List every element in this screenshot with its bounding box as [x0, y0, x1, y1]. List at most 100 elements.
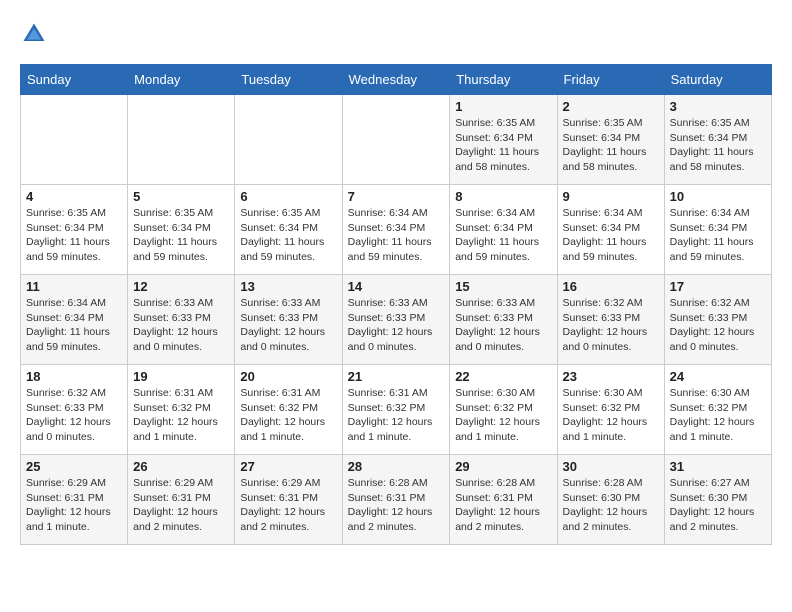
calendar-day-cell: 25 Sunrise: 6:29 AM Sunset: 6:31 PM Dayli… — [21, 455, 128, 545]
calendar-day-cell: 31 Sunrise: 6:27 AM Sunset: 6:30 PM Dayli… — [664, 455, 771, 545]
day-info: Sunrise: 6:33 AM Sunset: 6:33 PM Dayligh… — [348, 296, 445, 355]
day-info: Sunrise: 6:35 AM Sunset: 6:34 PM Dayligh… — [563, 116, 659, 175]
day-info: Sunrise: 6:31 AM Sunset: 6:32 PM Dayligh… — [240, 386, 336, 445]
calendar-day-cell: 11Sunrise: 6:34 AM Sunset: 6:34 PM Dayli… — [21, 275, 128, 365]
day-of-week-header: Sunday — [21, 65, 128, 95]
calendar-day-cell: 21 Sunrise: 6:31 AM Sunset: 6:32 PM Dayli… — [342, 365, 450, 455]
day-info: Sunrise: 6:31 AM Sunset: 6:32 PM Dayligh… — [348, 386, 445, 445]
calendar-day-cell: 28 Sunrise: 6:28 AM Sunset: 6:31 PM Dayli… — [342, 455, 450, 545]
day-number: 3 — [670, 99, 766, 114]
day-number: 14 — [348, 279, 445, 294]
calendar-day-cell: 30 Sunrise: 6:28 AM Sunset: 6:30 PM Dayli… — [557, 455, 664, 545]
day-info: Sunrise: 6:34 AM Sunset: 6:34 PM Dayligh… — [563, 206, 659, 265]
day-info: Sunrise: 6:30 AM Sunset: 6:32 PM Dayligh… — [455, 386, 551, 445]
day-of-week-header: Saturday — [664, 65, 771, 95]
calendar-day-cell: 6 Sunrise: 6:35 AM Sunset: 6:34 PM Daylig… — [235, 185, 342, 275]
page-header — [20, 20, 772, 48]
day-number: 22 — [455, 369, 551, 384]
day-number: 30 — [563, 459, 659, 474]
day-number: 5 — [133, 189, 229, 204]
day-number: 13 — [240, 279, 336, 294]
calendar-day-cell: 26Sunrise: 6:29 AM Sunset: 6:31 PM Dayli… — [128, 455, 235, 545]
day-info: Sunrise: 6:32 AM Sunset: 6:33 PM Dayligh… — [563, 296, 659, 355]
day-of-week-header: Thursday — [450, 65, 557, 95]
calendar-day-cell: 12 Sunrise: 6:33 AM Sunset: 6:33 PM Dayli… — [128, 275, 235, 365]
calendar-day-cell — [21, 95, 128, 185]
calendar-day-cell: 20 Sunrise: 6:31 AM Sunset: 6:32 PM Dayli… — [235, 365, 342, 455]
calendar-day-cell: 2 Sunrise: 6:35 AM Sunset: 6:34 PM Daylig… — [557, 95, 664, 185]
calendar-week-row: 1 Sunrise: 6:35 AM Sunset: 6:34 PM Daylig… — [21, 95, 772, 185]
day-number: 28 — [348, 459, 445, 474]
day-of-week-header: Tuesday — [235, 65, 342, 95]
day-number: 23 — [563, 369, 659, 384]
calendar-table: SundayMondayTuesdayWednesdayThursdayFrid… — [20, 64, 772, 545]
day-number: 17 — [670, 279, 766, 294]
day-number: 25 — [26, 459, 122, 474]
day-info: Sunrise: 6:27 AM Sunset: 6:30 PM Dayligh… — [670, 476, 766, 535]
day-number: 4 — [26, 189, 122, 204]
day-info: Sunrise: 6:28 AM Sunset: 6:31 PM Dayligh… — [348, 476, 445, 535]
day-info: Sunrise: 6:35 AM Sunset: 6:34 PM Dayligh… — [26, 206, 122, 265]
day-info: Sunrise: 6:33 AM Sunset: 6:33 PM Dayligh… — [133, 296, 229, 355]
day-info: Sunrise: 6:34 AM Sunset: 6:34 PM Dayligh… — [348, 206, 445, 265]
day-info: Sunrise: 6:35 AM Sunset: 6:34 PM Dayligh… — [133, 206, 229, 265]
day-info: Sunrise: 6:29 AM Sunset: 6:31 PM Dayligh… — [26, 476, 122, 535]
day-number: 9 — [563, 189, 659, 204]
day-info: Sunrise: 6:34 AM Sunset: 6:34 PM Dayligh… — [455, 206, 551, 265]
calendar-day-cell: 13 Sunrise: 6:33 AM Sunset: 6:33 PM Dayli… — [235, 275, 342, 365]
calendar-day-cell: 7Sunrise: 6:34 AM Sunset: 6:34 PM Daylig… — [342, 185, 450, 275]
day-number: 16 — [563, 279, 659, 294]
day-number: 20 — [240, 369, 336, 384]
day-number: 19 — [133, 369, 229, 384]
day-info: Sunrise: 6:30 AM Sunset: 6:32 PM Dayligh… — [563, 386, 659, 445]
day-of-week-header: Friday — [557, 65, 664, 95]
day-number: 27 — [240, 459, 336, 474]
day-number: 10 — [670, 189, 766, 204]
day-number: 29 — [455, 459, 551, 474]
day-info: Sunrise: 6:33 AM Sunset: 6:33 PM Dayligh… — [240, 296, 336, 355]
calendar-day-cell: 18 Sunrise: 6:32 AM Sunset: 6:33 PM Dayli… — [21, 365, 128, 455]
calendar-day-cell: 1Sunrise: 6:35 AM Sunset: 6:34 PM Daylig… — [450, 95, 557, 185]
calendar-day-cell — [235, 95, 342, 185]
day-number: 1 — [455, 99, 551, 114]
logo — [20, 20, 52, 48]
calendar-day-cell: 17 Sunrise: 6:32 AM Sunset: 6:33 PM Dayli… — [664, 275, 771, 365]
calendar-day-cell: 29 Sunrise: 6:28 AM Sunset: 6:31 PM Dayli… — [450, 455, 557, 545]
day-info: Sunrise: 6:28 AM Sunset: 6:30 PM Dayligh… — [563, 476, 659, 535]
day-number: 12 — [133, 279, 229, 294]
day-info: Sunrise: 6:35 AM Sunset: 6:34 PM Dayligh… — [670, 116, 766, 175]
day-number: 8 — [455, 189, 551, 204]
day-number: 6 — [240, 189, 336, 204]
logo-icon — [20, 20, 48, 48]
calendar-day-cell: 15Sunrise: 6:33 AM Sunset: 6:33 PM Dayli… — [450, 275, 557, 365]
day-info: Sunrise: 6:32 AM Sunset: 6:33 PM Dayligh… — [670, 296, 766, 355]
day-number: 18 — [26, 369, 122, 384]
calendar-week-row: 4 Sunrise: 6:35 AM Sunset: 6:34 PM Daylig… — [21, 185, 772, 275]
calendar-day-cell: 10 Sunrise: 6:34 AM Sunset: 6:34 PM Dayli… — [664, 185, 771, 275]
day-number: 26 — [133, 459, 229, 474]
day-info: Sunrise: 6:30 AM Sunset: 6:32 PM Dayligh… — [670, 386, 766, 445]
day-info: Sunrise: 6:31 AM Sunset: 6:32 PM Dayligh… — [133, 386, 229, 445]
day-number: 21 — [348, 369, 445, 384]
calendar-week-row: 18 Sunrise: 6:32 AM Sunset: 6:33 PM Dayli… — [21, 365, 772, 455]
day-of-week-header: Monday — [128, 65, 235, 95]
calendar-day-cell: 4 Sunrise: 6:35 AM Sunset: 6:34 PM Daylig… — [21, 185, 128, 275]
day-info: Sunrise: 6:32 AM Sunset: 6:33 PM Dayligh… — [26, 386, 122, 445]
header-row: SundayMondayTuesdayWednesdayThursdayFrid… — [21, 65, 772, 95]
calendar-week-row: 11Sunrise: 6:34 AM Sunset: 6:34 PM Dayli… — [21, 275, 772, 365]
day-of-week-header: Wednesday — [342, 65, 450, 95]
calendar-week-row: 25 Sunrise: 6:29 AM Sunset: 6:31 PM Dayli… — [21, 455, 772, 545]
day-info: Sunrise: 6:28 AM Sunset: 6:31 PM Dayligh… — [455, 476, 551, 535]
day-info: Sunrise: 6:35 AM Sunset: 6:34 PM Dayligh… — [240, 206, 336, 265]
day-number: 15 — [455, 279, 551, 294]
calendar-day-cell: 9 Sunrise: 6:34 AM Sunset: 6:34 PM Daylig… — [557, 185, 664, 275]
calendar-day-cell: 5 Sunrise: 6:35 AM Sunset: 6:34 PM Daylig… — [128, 185, 235, 275]
calendar-day-cell: 22 Sunrise: 6:30 AM Sunset: 6:32 PM Dayli… — [450, 365, 557, 455]
day-info: Sunrise: 6:34 AM Sunset: 6:34 PM Dayligh… — [670, 206, 766, 265]
day-number: 2 — [563, 99, 659, 114]
calendar-day-cell: 24Sunrise: 6:30 AM Sunset: 6:32 PM Dayli… — [664, 365, 771, 455]
calendar-day-cell: 23 Sunrise: 6:30 AM Sunset: 6:32 PM Dayli… — [557, 365, 664, 455]
calendar-day-cell: 19 Sunrise: 6:31 AM Sunset: 6:32 PM Dayli… — [128, 365, 235, 455]
day-number: 11 — [26, 279, 122, 294]
day-number: 31 — [670, 459, 766, 474]
